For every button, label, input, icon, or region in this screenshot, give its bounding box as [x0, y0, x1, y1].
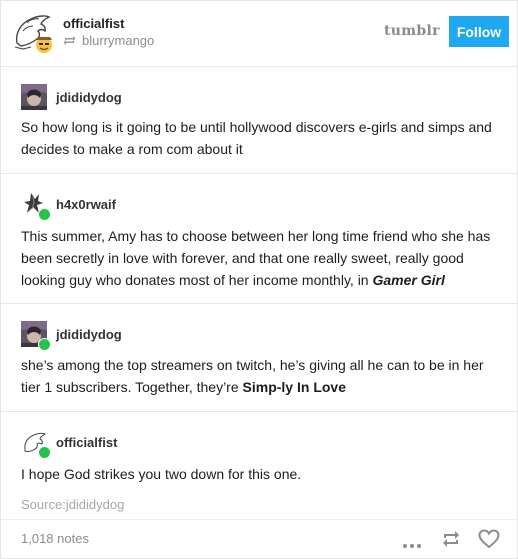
- reblog-user: h4x0rwaif: [21, 191, 116, 221]
- reblog-section: h4x0rwaif This summer, Amy has to choose…: [1, 174, 517, 304]
- reblog-section: jdididydog she’s among the top streamers…: [1, 304, 517, 412]
- movie-title: Gamer Girl: [372, 272, 445, 288]
- user-avatar[interactable]: [21, 321, 51, 351]
- tumblr-wordmark[interactable]: tumblr: [384, 23, 440, 39]
- reblog-icon[interactable]: [441, 529, 461, 554]
- heart-icon[interactable]: [478, 529, 500, 554]
- reblog-text: So how long is it going to be until holl…: [21, 119, 492, 157]
- reblog-section: officialfist I hope God strikes you two …: [1, 412, 517, 492]
- green-reblog-badge-icon: [38, 446, 51, 459]
- reblog-text: This summer, Amy has to choose between h…: [21, 225, 499, 291]
- username[interactable]: h4x0rwaif: [56, 197, 116, 212]
- user-avatar[interactable]: [21, 191, 51, 221]
- post-footer: 1,018 notes: [1, 519, 517, 559]
- reblog-user: jdididydog: [21, 84, 122, 110]
- notes-count[interactable]: 1,018 notes: [21, 531, 89, 546]
- more-dots-icon[interactable]: [402, 536, 422, 554]
- reblog-user: jdididydog: [21, 321, 122, 351]
- post-source-link[interactable]: Source:jdididydog: [21, 497, 124, 512]
- green-reblog-badge-icon: [38, 208, 51, 221]
- username[interactable]: jdididydog: [56, 327, 122, 342]
- user-avatar[interactable]: [21, 84, 47, 110]
- post-header: officialfist blurrymango tumblr Follow: [1, 1, 517, 67]
- username[interactable]: officialfist: [56, 435, 117, 450]
- reblog-text: she’s among the top streamers on twitch,…: [21, 354, 499, 398]
- follow-button[interactable]: Follow: [449, 16, 509, 47]
- green-reblog-badge-icon: [38, 338, 51, 351]
- reblog-section: jdididydog So how long is it going to be…: [1, 67, 517, 174]
- user-avatar[interactable]: [21, 429, 51, 459]
- reblog-text: I hope God strikes you two down for this…: [21, 466, 302, 482]
- poster-avatar[interactable]: [9, 9, 55, 55]
- movie-title: Simp-ly In Love: [242, 379, 346, 395]
- reblogged-from: blurrymango: [63, 33, 154, 48]
- reblog-source-username[interactable]: blurrymango: [82, 33, 154, 48]
- poster-username[interactable]: officialfist: [63, 16, 124, 31]
- reblog-small-icon: [63, 36, 76, 45]
- username[interactable]: jdididydog: [56, 90, 122, 105]
- reblog-user: officialfist: [21, 429, 117, 459]
- tumblr-post-card: officialfist blurrymango tumblr Follow j…: [0, 0, 518, 559]
